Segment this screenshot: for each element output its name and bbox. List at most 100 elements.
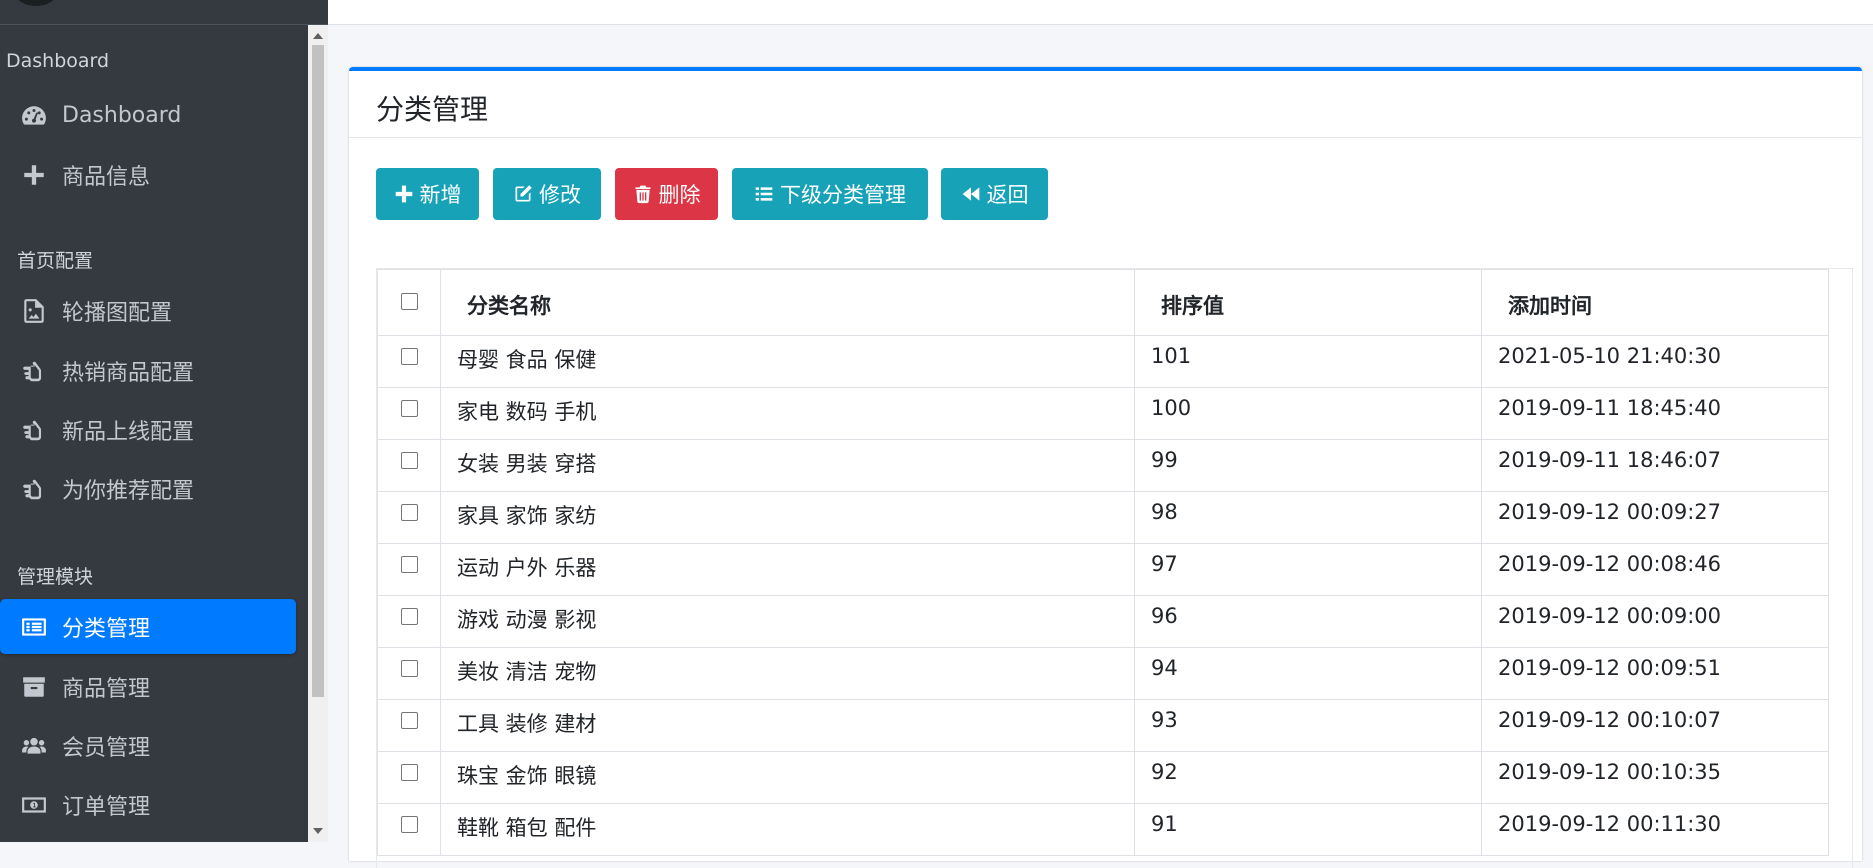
table-row[interactable]: 母婴 食品 保健 101 2021-05-10 21:40:30 xyxy=(377,335,1829,388)
category-name-cell: 鞋靴 箱包 配件 xyxy=(440,803,1135,856)
sidebar-item-label: 为你推荐配置 xyxy=(62,478,195,504)
rank-cell: 96 xyxy=(1134,595,1482,648)
table-row[interactable]: 运动 户外 乐器 97 2019-09-12 00:08:46 xyxy=(377,543,1829,596)
created-time-cell: 2019-09-11 18:46:07 xyxy=(1481,439,1829,492)
row-select-cell xyxy=(377,699,441,752)
nav-header-dashboard: Dashboard xyxy=(6,50,110,72)
row-checkbox[interactable] xyxy=(400,504,418,521)
row-checkbox[interactable] xyxy=(400,556,418,573)
row-checkbox[interactable] xyxy=(400,452,418,469)
sidebar-item-carousel-config[interactable]: 轮播图配置 xyxy=(0,283,296,338)
sidebar-item-member-management[interactable]: 会员管理 xyxy=(0,718,296,773)
brand-logo[interactable] xyxy=(16,0,56,6)
rank-cell: 97 xyxy=(1134,543,1482,596)
rank-cell: 92 xyxy=(1134,751,1482,804)
money-bill-icon xyxy=(20,791,48,819)
add-button[interactable]: 新增 xyxy=(376,168,479,220)
sidebar-item-label: 订单管理 xyxy=(62,794,151,820)
edit-button[interactable]: 修改 xyxy=(493,168,601,220)
row-checkbox[interactable] xyxy=(400,764,418,781)
column-header-time[interactable]: 添加时间 xyxy=(1481,269,1829,336)
table-row[interactable]: 美妆 清洁 宠物 94 2019-09-12 00:09:51 xyxy=(377,647,1829,700)
sidebar: Dashboard Dashboard 商品信息 首页配置 轮播图配置 热销商品… xyxy=(0,0,328,842)
table-row[interactable]: 工具 装修 建材 93 2019-09-12 00:10:07 xyxy=(377,699,1829,752)
scroll-down-icon[interactable] xyxy=(313,828,323,834)
row-checkbox[interactable] xyxy=(400,660,418,677)
scrollbar-thumb[interactable] xyxy=(312,45,324,697)
row-checkbox[interactable] xyxy=(400,400,418,417)
category-name-cell: 家具 家饰 家纺 xyxy=(440,491,1135,544)
delete-button-label: 删除 xyxy=(658,183,701,207)
scroll-up-icon[interactable] xyxy=(313,33,323,39)
select-all-cell xyxy=(377,269,441,336)
row-checkbox[interactable] xyxy=(400,348,418,365)
edit-button-label: 修改 xyxy=(539,183,581,207)
sidebar-item-hot-goods-config[interactable]: 热销商品配置 xyxy=(0,343,296,398)
category-table: 分类名称 排序值 添加时间 母婴 食品 保健 101 2021-05-10 21… xyxy=(377,269,1829,856)
select-all-checkbox[interactable] xyxy=(400,292,418,310)
plus-icon xyxy=(395,185,412,203)
row-select-cell xyxy=(377,335,441,388)
table-row[interactable]: 家电 数码 手机 100 2019-09-11 18:45:40 xyxy=(377,387,1829,440)
table-row[interactable]: 女装 男装 穿搭 99 2019-09-11 18:46:07 xyxy=(377,439,1829,492)
row-select-cell xyxy=(377,387,441,440)
sidebar-item-category-management[interactable]: 分类管理 xyxy=(0,599,296,654)
row-select-cell xyxy=(377,543,441,596)
table-row[interactable]: 鞋靴 箱包 配件 91 2019-09-12 00:11:30 xyxy=(377,803,1829,856)
sidebar-item-product-info[interactable]: 商品信息 xyxy=(0,147,296,202)
category-name-cell: 女装 男装 穿搭 xyxy=(440,439,1135,492)
column-header-rank[interactable]: 排序值 xyxy=(1134,269,1482,336)
sidebar-scrollbar[interactable] xyxy=(308,25,328,842)
row-checkbox[interactable] xyxy=(400,712,418,729)
sidebar-item-recommend-config[interactable]: 为你推荐配置 xyxy=(0,461,296,516)
sidebar-item-dashboard[interactable]: Dashboard xyxy=(0,88,296,143)
delete-button[interactable]: 删除 xyxy=(615,168,718,220)
category-name-cell: 工具 装修 建材 xyxy=(440,699,1135,752)
hand-pointer-icon xyxy=(20,416,48,444)
back-button-label: 返回 xyxy=(986,183,1029,207)
rank-cell: 101 xyxy=(1134,335,1482,388)
rank-cell: 100 xyxy=(1134,387,1482,440)
row-select-cell xyxy=(377,647,441,700)
created-time-cell: 2019-09-12 00:10:35 xyxy=(1481,751,1829,804)
row-checkbox[interactable] xyxy=(400,816,418,833)
rank-cell: 99 xyxy=(1134,439,1482,492)
category-name-cell: 家电 数码 手机 xyxy=(440,387,1135,440)
sidebar-item-goods-management[interactable]: 商品管理 xyxy=(0,659,296,714)
row-select-cell xyxy=(377,803,441,856)
created-time-cell: 2019-09-11 18:45:40 xyxy=(1481,387,1829,440)
created-time-cell: 2021-05-10 21:40:30 xyxy=(1481,335,1829,388)
top-navbar xyxy=(328,0,1873,25)
created-time-cell: 2019-09-12 00:09:51 xyxy=(1481,647,1829,700)
category-name-cell: 美妆 清洁 宠物 xyxy=(440,647,1135,700)
category-table-wrapper: 分类名称 排序值 添加时间 母婴 食品 保健 101 2021-05-10 21… xyxy=(376,268,1853,868)
sidebar-item-label: 商品管理 xyxy=(62,676,151,702)
table-row[interactable]: 家具 家饰 家纺 98 2019-09-12 00:09:27 xyxy=(377,491,1829,544)
sidebar-item-new-goods-config[interactable]: 新品上线配置 xyxy=(0,402,296,457)
table-row[interactable]: 游戏 动漫 影视 96 2019-09-12 00:09:00 xyxy=(377,595,1829,648)
backward-icon xyxy=(962,187,979,201)
sidebar-item-label: 轮播图配置 xyxy=(62,300,173,326)
archive-icon xyxy=(20,673,48,701)
created-time-cell: 2019-09-12 00:11:30 xyxy=(1481,803,1829,856)
sidebar-item-order-management[interactable]: 订单管理 xyxy=(0,777,296,832)
users-icon xyxy=(20,732,48,760)
add-button-label: 新增 xyxy=(419,183,462,207)
sidebar-item-label: 分类管理 xyxy=(62,616,151,642)
hand-pointer-icon xyxy=(20,357,48,385)
page-title: 分类管理 xyxy=(376,93,489,126)
row-checkbox[interactable] xyxy=(400,608,418,625)
column-header-name[interactable]: 分类名称 xyxy=(440,269,1135,336)
table-row[interactable]: 珠宝 金饰 眼镜 92 2019-09-12 00:10:35 xyxy=(377,751,1829,804)
tachometer-icon xyxy=(20,102,48,130)
created-time-cell: 2019-09-12 00:09:27 xyxy=(1481,491,1829,544)
table-header-row: 分类名称 排序值 添加时间 xyxy=(377,269,1829,336)
category-name-cell: 母婴 食品 保健 xyxy=(440,335,1135,388)
created-time-cell: 2019-09-12 00:10:07 xyxy=(1481,699,1829,752)
hand-pointer-icon xyxy=(20,475,48,503)
back-button[interactable]: 返回 xyxy=(941,168,1048,220)
category-name-cell: 运动 户外 乐器 xyxy=(440,543,1135,596)
row-select-cell xyxy=(377,595,441,648)
rank-cell: 91 xyxy=(1134,803,1482,856)
sub-category-button[interactable]: 下级分类管理 xyxy=(732,168,928,220)
